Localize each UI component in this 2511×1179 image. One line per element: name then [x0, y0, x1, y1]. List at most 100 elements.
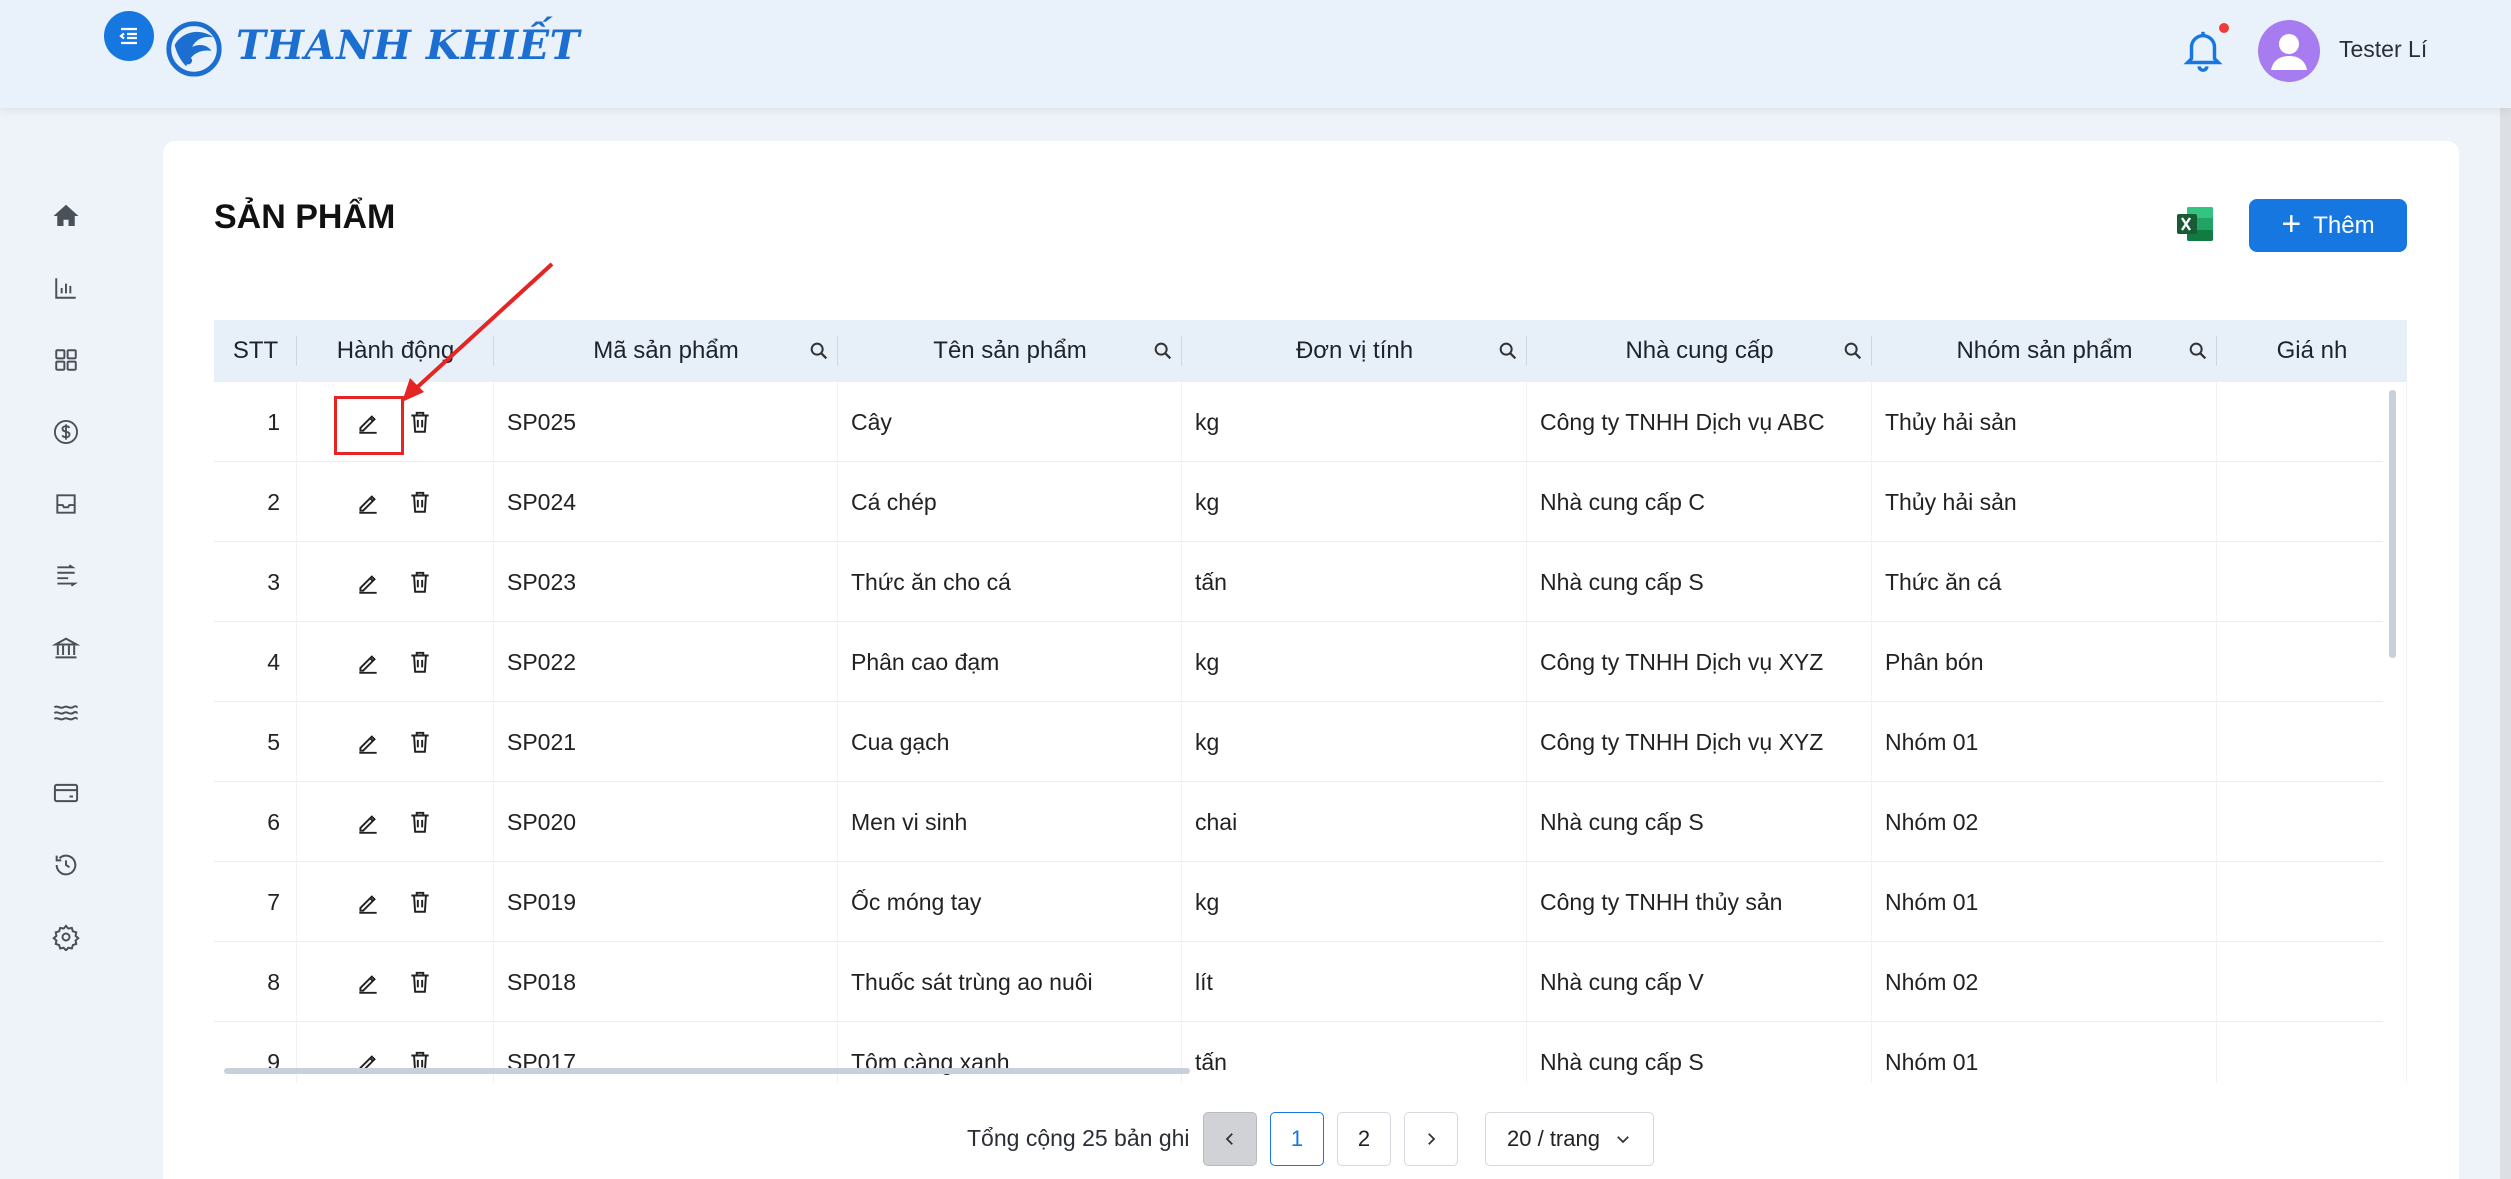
settings-icon[interactable] — [48, 919, 84, 955]
table-row[interactable]: 8 SP018 Thuốc sát trùng ao nuôi lít Nhà cung… — [214, 942, 2407, 1022]
chevron-left-icon — [1225, 1133, 1233, 1145]
table-row[interactable]: 4 SP022 Phân cao đạm kg Công ty TNHH Dịch vụ… — [214, 622, 2407, 702]
vertical-scrollbar[interactable] — [2389, 390, 2396, 658]
menu-toggle-button[interactable] — [104, 11, 154, 61]
delete-icon[interactable] — [407, 809, 433, 835]
column-separator — [1526, 336, 1527, 366]
cell-product-group: Thức ăn cá — [1872, 542, 2217, 622]
dollar-icon[interactable] — [48, 414, 84, 450]
table-row[interactable]: 3 SP023 Thức ăn cho cá tấn Nhà cung cấp S Thứ… — [214, 542, 2407, 622]
cell-product-name: Cây — [838, 382, 1182, 462]
cell-stt: 6 — [214, 782, 297, 862]
avatar[interactable] — [2258, 20, 2320, 82]
column-header-label: Đơn vị tính — [1295, 337, 1414, 364]
search-icon[interactable] — [1842, 340, 1864, 362]
cell-product-code: SP021 — [494, 702, 838, 782]
bell-icon[interactable] — [2180, 26, 2226, 76]
column-header-label: Nhà cung cấp — [1625, 337, 1774, 364]
cell-product-group: Thủy hải sản — [1872, 382, 2217, 462]
cell-price — [2217, 382, 2407, 462]
history-icon[interactable] — [48, 847, 84, 883]
page-size-label: 20 / trang — [1507, 1126, 1600, 1151]
cell-product-code: SP019 — [494, 862, 838, 942]
th-product-name: Tên sản phẩm — [838, 320, 1182, 382]
page-1-button[interactable]: 1 — [1270, 1112, 1324, 1166]
user-name[interactable]: Tester Lí — [2339, 36, 2427, 63]
edit-icon[interactable] — [355, 489, 381, 515]
logo-icon — [166, 21, 222, 77]
cell-unit: kg — [1182, 862, 1527, 942]
edit-icon[interactable] — [355, 649, 381, 675]
transfer-icon[interactable] — [48, 558, 84, 594]
page-scrollbar[interactable] — [2500, 0, 2511, 1179]
add-button-label: Thêm — [2313, 211, 2375, 239]
cell-product-code: SP023 — [494, 542, 838, 622]
card-icon[interactable] — [48, 775, 84, 811]
search-icon[interactable] — [1497, 340, 1519, 362]
search-icon[interactable] — [1152, 340, 1174, 362]
column-separator — [2216, 336, 2217, 366]
cell-product-code: SP022 — [494, 622, 838, 702]
cell-product-name: Ốc móng tay — [838, 862, 1182, 942]
product-table: STT Hành động Mã sản phẩm Tên sản phẩm Đơn v… — [214, 320, 2407, 1083]
cell-price — [2217, 1022, 2407, 1083]
delete-icon[interactable] — [407, 409, 433, 435]
cell-product-name: Phân cao đạm — [838, 622, 1182, 702]
next-page-button[interactable] — [1404, 1112, 1458, 1166]
cell-actions — [297, 942, 494, 1022]
table-row[interactable]: 6 SP020 Men vi sinh chai Nhà cung cấp S Nhóm … — [214, 782, 2407, 862]
cell-product-group: Nhóm 02 — [1872, 942, 2217, 1022]
table-row[interactable]: 7 SP019 Ốc móng tay kg Công ty TNHH thủy sản… — [214, 862, 2407, 942]
edit-icon[interactable] — [355, 809, 381, 835]
table-row[interactable]: 2 SP024 Cá chép kg Nhà cung cấp C Thủy hải sả… — [214, 462, 2407, 542]
cell-stt: 2 — [214, 462, 297, 542]
table-row[interactable]: 5 SP021 Cua gạch kg Công ty TNHH Dịch vụ XYZ… — [214, 702, 2407, 782]
page-2-button[interactable]: 2 — [1337, 1112, 1391, 1166]
cell-product-code: SP024 — [494, 462, 838, 542]
cell-supplier: Công ty TNHH Dịch vụ XYZ — [1527, 622, 1872, 702]
cell-unit: kg — [1182, 382, 1527, 462]
cell-supplier: Nhà cung cấp S — [1527, 542, 1872, 622]
cell-product-code: SP018 — [494, 942, 838, 1022]
grid-icon[interactable] — [48, 342, 84, 378]
cell-actions — [297, 702, 494, 782]
cell-unit: kg — [1182, 622, 1527, 702]
prev-page-button[interactable] — [1203, 1112, 1257, 1166]
edit-icon[interactable] — [355, 889, 381, 915]
delete-icon[interactable] — [407, 569, 433, 595]
cell-actions — [297, 622, 494, 702]
th-price: Giá nh — [2217, 320, 2407, 382]
th-stt: STT — [214, 320, 297, 382]
delete-icon[interactable] — [407, 969, 433, 995]
bank-icon[interactable] — [48, 630, 84, 666]
waves-icon[interactable] — [48, 695, 84, 731]
column-header-label: STT — [232, 337, 279, 364]
cell-actions — [297, 542, 494, 622]
delete-icon[interactable] — [407, 649, 433, 675]
notification-dot — [2219, 23, 2229, 33]
column-separator — [296, 336, 297, 366]
horizontal-scrollbar[interactable] — [224, 1068, 1190, 1074]
cell-supplier: Nhà cung cấp S — [1527, 782, 1872, 862]
bar-chart-icon[interactable] — [48, 270, 84, 306]
search-icon[interactable] — [808, 340, 830, 362]
edit-icon[interactable] — [355, 969, 381, 995]
inbox-icon[interactable] — [48, 486, 84, 522]
cell-product-group: Thủy hải sản — [1872, 462, 2217, 542]
delete-icon[interactable] — [407, 729, 433, 755]
edit-icon[interactable] — [355, 729, 381, 755]
search-icon[interactable] — [2187, 340, 2209, 362]
home-icon[interactable] — [48, 198, 84, 234]
cell-unit: kg — [1182, 462, 1527, 542]
excel-export-button[interactable] — [2175, 204, 2215, 244]
delete-icon[interactable] — [407, 889, 433, 915]
brand-name: THANH KHIẾT — [236, 22, 580, 69]
chevron-right-icon — [1428, 1133, 1436, 1145]
edit-icon[interactable] — [355, 569, 381, 595]
add-button[interactable]: + Thêm — [2249, 199, 2407, 252]
annotation-arrow-icon — [402, 262, 554, 402]
page-size-select[interactable]: 20 / trang — [1485, 1112, 1654, 1166]
cell-product-group: Nhóm 02 — [1872, 782, 2217, 862]
delete-icon[interactable] — [407, 489, 433, 515]
cell-price — [2217, 542, 2407, 622]
